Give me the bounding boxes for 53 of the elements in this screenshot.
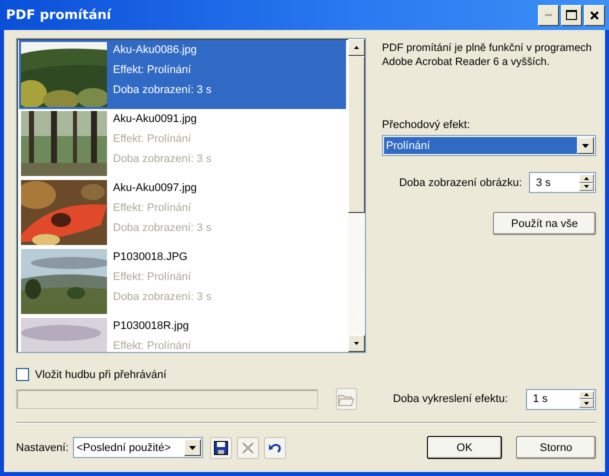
effect-text: Effekt: Prolínání bbox=[113, 271, 192, 284]
file-name: Aku-Aku0086.jpg bbox=[113, 44, 198, 57]
display-time-label: Doba zobrazení obrázku: bbox=[399, 176, 522, 188]
duration-text: Doba zobrazení: 3 s bbox=[113, 153, 212, 166]
save-button[interactable] bbox=[210, 436, 232, 458]
dropdown-arrow-icon bbox=[582, 144, 589, 148]
scroll-down-button[interactable] bbox=[348, 335, 365, 352]
file-name: Aku-Aku0091.jpg bbox=[113, 113, 198, 126]
maximize-button[interactable] bbox=[561, 4, 582, 26]
up-arrow-icon bbox=[354, 46, 359, 49]
file-name: P1030018R.jpg bbox=[113, 320, 190, 333]
apply-all-button[interactable]: Použít na vše bbox=[493, 212, 596, 235]
scroll-thumb[interactable] bbox=[348, 56, 365, 213]
duration-text: Doba zobrazení: 3 s bbox=[113, 291, 212, 304]
close-button[interactable] bbox=[584, 4, 605, 26]
undo-button[interactable] bbox=[264, 436, 286, 458]
minimize-icon bbox=[545, 14, 552, 16]
down-arrow-icon bbox=[354, 342, 359, 345]
dialog-button[interactable]: Storno bbox=[516, 436, 596, 459]
scrollbar[interactable] bbox=[348, 39, 365, 352]
dropdown-arrow-icon bbox=[188, 446, 196, 450]
save-icon bbox=[214, 440, 228, 454]
window-title: PDF promítání bbox=[6, 8, 112, 22]
effect-time-label: Doba vykreslení efektu: bbox=[392, 393, 508, 405]
preset-label: Nastavení: bbox=[16, 442, 69, 454]
close-icon bbox=[590, 10, 599, 20]
effect-time-spinbox[interactable]: 1 s bbox=[526, 388, 596, 410]
file-name: Aku-Aku0097.jpg bbox=[113, 182, 198, 195]
folder-icon bbox=[338, 392, 354, 406]
undo-icon bbox=[268, 442, 282, 454]
up-arrow-icon bbox=[584, 176, 589, 180]
effect-text: Effekt: Prolínání bbox=[113, 64, 192, 77]
down-arrow-icon bbox=[584, 185, 589, 188]
duration-text: Doba zobrazení: 3 s bbox=[113, 222, 212, 235]
music-label: Vložit hudbu při přehrávání bbox=[35, 368, 166, 380]
transition-dropdown[interactable]: Prolínání bbox=[382, 135, 596, 156]
preset-dropdown[interactable]: <Poslední použité> bbox=[72, 437, 203, 458]
maximize-icon bbox=[566, 10, 577, 20]
up-arrow-icon bbox=[584, 393, 589, 396]
effect-text: Effekt: Prolínání bbox=[113, 133, 192, 146]
dialog-button[interactable]: OK bbox=[427, 436, 502, 459]
down-arrow-icon bbox=[584, 402, 589, 405]
transition-label: Přechodový efekt: bbox=[382, 119, 472, 131]
slide-item[interactable]: Aku-Aku0086.jpg Effekt: Prolínání Doba zobrazení: 3 s bbox=[19, 40, 346, 109]
effect-text: Effekt: Prolínání bbox=[113, 340, 192, 352]
duration-text: Doba zobrazení: 3 s bbox=[113, 84, 212, 97]
display-time-spinbox[interactable]: 3 s bbox=[529, 172, 596, 193]
scroll-up-button[interactable] bbox=[348, 39, 365, 56]
effect-text: Effekt: Prolínání bbox=[113, 202, 192, 215]
info-text: PDF promítání je plně funkční v programech Adobe Acrobat Reader 6 a vyšších. bbox=[382, 41, 593, 69]
file-name: P1030018.JPG bbox=[113, 251, 189, 264]
music-checkbox[interactable] bbox=[16, 368, 29, 381]
delete-icon bbox=[240, 440, 255, 454]
